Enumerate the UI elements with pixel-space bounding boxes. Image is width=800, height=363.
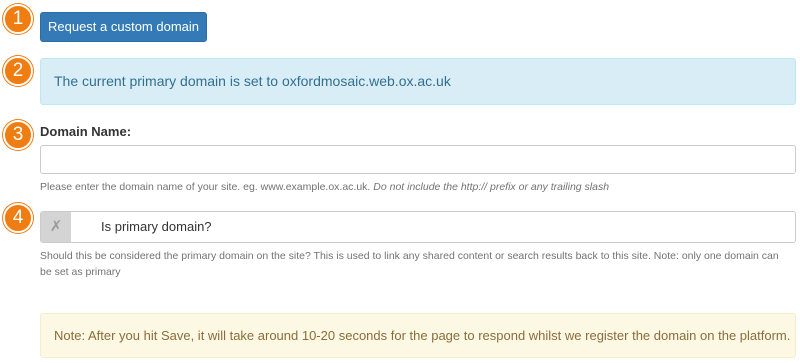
step-badge-1: 1: [3, 4, 33, 34]
primary-domain-help-line-1: Should this be considered the primary do…: [40, 250, 779, 262]
domain-name-help: Please enter the domain name of your sit…: [40, 179, 609, 195]
primary-domain-help: Should this be considered the primary do…: [40, 248, 779, 280]
domain-name-label: Domain Name:: [40, 124, 132, 139]
primary-domain-info-alert: The current primary domain is set to oxf…: [40, 58, 796, 105]
domain-name-help-text: Please enter the domain name of your sit…: [40, 181, 371, 193]
primary-domain-label: Is primary domain?: [101, 219, 212, 234]
save-delay-warning-alert: Note: After you hit Save, it will take a…: [40, 313, 796, 358]
primary-domain-help-line-2: be set as primary: [40, 266, 121, 278]
domain-name-input[interactable]: [40, 145, 796, 174]
step-badge-3: 3: [3, 120, 33, 150]
primary-domain-toggle[interactable]: ✗ Is primary domain?: [40, 211, 796, 243]
request-custom-domain-button[interactable]: Request a custom domain: [40, 12, 207, 42]
domain-name-help-note: Do not include the http:// prefix or any…: [373, 181, 610, 193]
toggle-off-icon[interactable]: ✗: [41, 212, 71, 242]
step-badge-2: 2: [3, 56, 33, 86]
step-badge-4: 4: [3, 203, 33, 233]
